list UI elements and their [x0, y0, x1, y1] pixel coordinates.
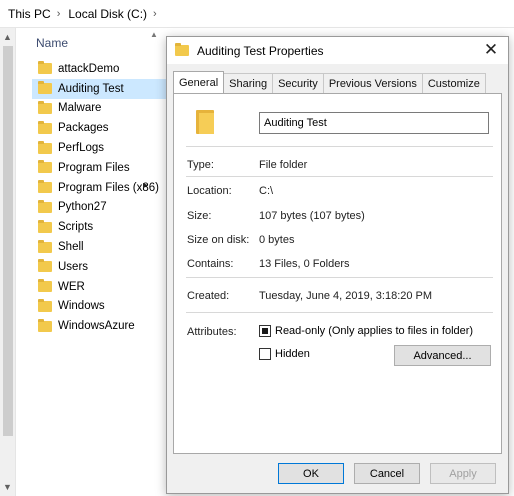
hidden-label: Hidden [275, 348, 310, 360]
folder-icon [38, 81, 52, 95]
size-on-disk-label: Size on disk: [187, 234, 250, 246]
file-name: Malware [58, 102, 102, 115]
folder-name-input[interactable] [259, 112, 489, 134]
folder-icon [38, 219, 52, 233]
folder-icon [38, 140, 52, 154]
file-list-item[interactable]: WindowsAzure [32, 316, 166, 336]
folder-icon [38, 160, 52, 174]
contains-value: 13 Files, 0 Folders [259, 258, 350, 270]
created-value: Tuesday, June 4, 2019, 3:18:20 PM [259, 290, 433, 302]
apply-button[interactable]: Apply [430, 463, 496, 484]
readonly-checkbox-row[interactable]: Read-only (Only applies to files in fold… [259, 325, 473, 337]
size-on-disk-value: 0 bytes [259, 234, 295, 246]
folder-large-icon [196, 110, 214, 134]
general-tab-panel: Type: File folder Location: C:\ Size: 10… [173, 93, 502, 454]
file-name: Scripts [58, 221, 94, 234]
size-value: 107 bytes (107 bytes) [259, 210, 365, 222]
scrollbar-vertical[interactable]: ▲ ▼ [0, 28, 16, 496]
close-button[interactable]: ✕ [480, 40, 502, 60]
folder-icon [38, 239, 52, 253]
tab-customize[interactable]: Customize [421, 73, 486, 93]
tab-sharing[interactable]: Sharing [223, 73, 274, 93]
hidden-checkbox-row[interactable]: Hidden [259, 348, 310, 360]
folder-icon [38, 180, 52, 194]
file-list-item[interactable]: Windows [32, 297, 166, 317]
file-name: PerfLogs [58, 142, 105, 155]
type-value: File folder [259, 159, 308, 171]
file-name: Python27 [58, 201, 107, 214]
file-name: Auditing Test [58, 82, 124, 95]
folder-icon [38, 298, 52, 312]
ok-button[interactable]: OK [278, 463, 344, 484]
tab-security[interactable]: Security [272, 73, 324, 93]
dialog-title: Auditing Test Properties [197, 43, 324, 58]
breadcrumb-local-disk[interactable]: Local Disk (C:) [68, 7, 147, 21]
folder-icon [38, 318, 52, 332]
column-header-name[interactable]: Name [36, 36, 68, 50]
type-label: Type: [187, 159, 214, 171]
chevron-up-icon[interactable]: ▲ [3, 32, 12, 42]
tab-previous-versions[interactable]: Previous Versions [322, 73, 423, 93]
file-name: Users [58, 260, 89, 273]
divider [186, 176, 493, 177]
mouse-cursor-icon: ▸ [143, 180, 149, 191]
divider [186, 312, 493, 313]
file-list-item[interactable]: Packages [32, 118, 166, 138]
file-list-item[interactable]: Scripts [32, 217, 166, 237]
folder-icon [38, 279, 52, 293]
folder-icon [38, 100, 52, 114]
file-list-item[interactable]: attackDemo [32, 59, 166, 79]
breadcrumb-this-pc[interactable]: This PC [8, 7, 51, 21]
file-name: WindowsAzure [58, 320, 135, 333]
breadcrumb: This PC › Local Disk (C:) › [0, 0, 514, 28]
folder-icon [38, 259, 52, 273]
scrollbar-thumb[interactable] [3, 46, 13, 436]
hidden-checkbox[interactable] [259, 348, 271, 360]
file-list-item[interactable]: PerfLogs [32, 138, 166, 158]
tab-strip: General Sharing Security Previous Versio… [173, 71, 486, 93]
file-name: WER [58, 280, 85, 293]
sort-ascending-icon: ▲ [150, 30, 158, 39]
file-name: attackDemo [58, 62, 120, 75]
folder-icon [38, 120, 52, 134]
chevron-down-icon[interactable]: ▼ [3, 482, 12, 492]
file-list-item[interactable]: Python27 [32, 198, 166, 218]
folder-icon [175, 43, 189, 56]
file-name: Packages [58, 122, 109, 135]
dialog-titlebar[interactable]: Auditing Test Properties ✕ [167, 37, 508, 64]
contains-label: Contains: [187, 258, 234, 270]
file-list-item[interactable]: Auditing Test [32, 78, 166, 99]
divider [186, 146, 493, 147]
size-label: Size: [187, 210, 212, 222]
file-list-item[interactable]: Program Files [32, 158, 166, 178]
location-label: Location: [187, 185, 232, 197]
file-list-item[interactable]: WER [32, 277, 166, 297]
file-name: Windows [58, 300, 105, 313]
divider [186, 277, 493, 278]
file-name: Shell [58, 241, 84, 254]
readonly-checkbox[interactable] [259, 325, 271, 337]
file-list: attackDemo Auditing Test Malware Packages Pe… [32, 59, 166, 336]
attributes-label: Attributes: [187, 326, 237, 338]
tab-general[interactable]: General [173, 71, 225, 93]
file-name: Program Files [58, 161, 130, 174]
chevron-right-icon[interactable]: › [153, 8, 157, 20]
file-list-item[interactable]: Malware [32, 99, 166, 119]
properties-dialog: Auditing Test Properties ✕ General Shari… [166, 36, 509, 494]
folder-icon [38, 199, 52, 213]
cancel-button[interactable]: Cancel [354, 463, 420, 484]
created-label: Created: [187, 290, 230, 302]
chevron-right-icon[interactable]: › [57, 8, 61, 20]
advanced-button[interactable]: Advanced... [394, 345, 491, 366]
readonly-label: Read-only (Only applies to files in fold… [275, 325, 474, 337]
folder-icon [38, 61, 52, 75]
file-list-item[interactable]: Shell [32, 237, 166, 257]
file-list-item[interactable]: Users [32, 257, 166, 277]
location-value: C:\ [259, 185, 274, 197]
